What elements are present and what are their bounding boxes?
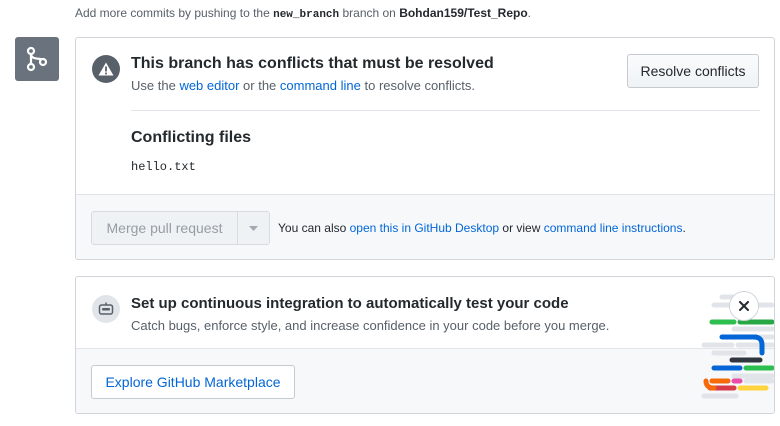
- ci-promo-panel: Set up continuous integration to automat…: [75, 276, 775, 414]
- command-line-instructions-link[interactable]: command line instructions: [544, 221, 683, 235]
- ci-illustration: [701, 294, 774, 399]
- merge-footer: Merge pull request You can also open thi…: [76, 194, 774, 259]
- ci-robot-icon: [92, 295, 120, 323]
- conflict-sub-suffix: to resolve conflicts.: [364, 78, 476, 93]
- merge-alternatives: You can also open this in GitHub Desktop…: [278, 221, 686, 235]
- alert-icon: [92, 55, 120, 83]
- close-icon[interactable]: [729, 291, 759, 321]
- ci-title: Set up continuous integration to automat…: [131, 295, 569, 312]
- conflict-title: This branch has conflicts that must be r…: [131, 55, 494, 72]
- merge-button-label[interactable]: Merge pull request: [92, 212, 238, 244]
- explore-marketplace-button[interactable]: Explore GitHub Marketplace: [91, 365, 295, 399]
- ci-subtitle: Catch bugs, enforce style, and increase …: [131, 318, 610, 333]
- conflict-sub-prefix: Use the: [131, 78, 176, 93]
- git-merge-icon: [15, 37, 59, 81]
- divider: [131, 110, 760, 111]
- push-hint-prefix: Add more commits by pushing to the: [75, 6, 270, 20]
- branch-name: new_branch: [273, 9, 340, 21]
- open-desktop-link[interactable]: open this in GitHub Desktop: [350, 221, 499, 235]
- conflicting-files-title: Conflicting files: [131, 129, 251, 146]
- resolve-conflicts-button[interactable]: Resolve conflicts: [627, 54, 759, 88]
- repo-name: Bohdan159/Test_Repo: [399, 6, 528, 20]
- push-hint: Add more commits by pushing to the new_b…: [75, 6, 531, 21]
- push-hint-middle: branch on: [342, 6, 396, 20]
- merge-pull-request-button[interactable]: Merge pull request: [91, 211, 270, 245]
- ci-footer: Explore GitHub Marketplace: [76, 348, 774, 413]
- command-line-link[interactable]: command line: [280, 78, 361, 93]
- merge-alt-or: or view: [502, 221, 541, 235]
- conflicting-file: hello.txt: [131, 160, 196, 174]
- conflict-sub-or: or the: [243, 78, 277, 93]
- conflict-subtitle: Use the web editor or the command line t…: [131, 78, 475, 93]
- triangle-down-icon[interactable]: [238, 212, 269, 244]
- push-hint-suffix: .: [527, 6, 532, 20]
- merge-conflict-panel: This branch has conflicts that must be r…: [75, 37, 775, 260]
- merge-alt-suffix: .: [682, 221, 686, 235]
- web-editor-link[interactable]: web editor: [179, 78, 239, 93]
- merge-alt-prefix: You can also: [278, 221, 347, 235]
